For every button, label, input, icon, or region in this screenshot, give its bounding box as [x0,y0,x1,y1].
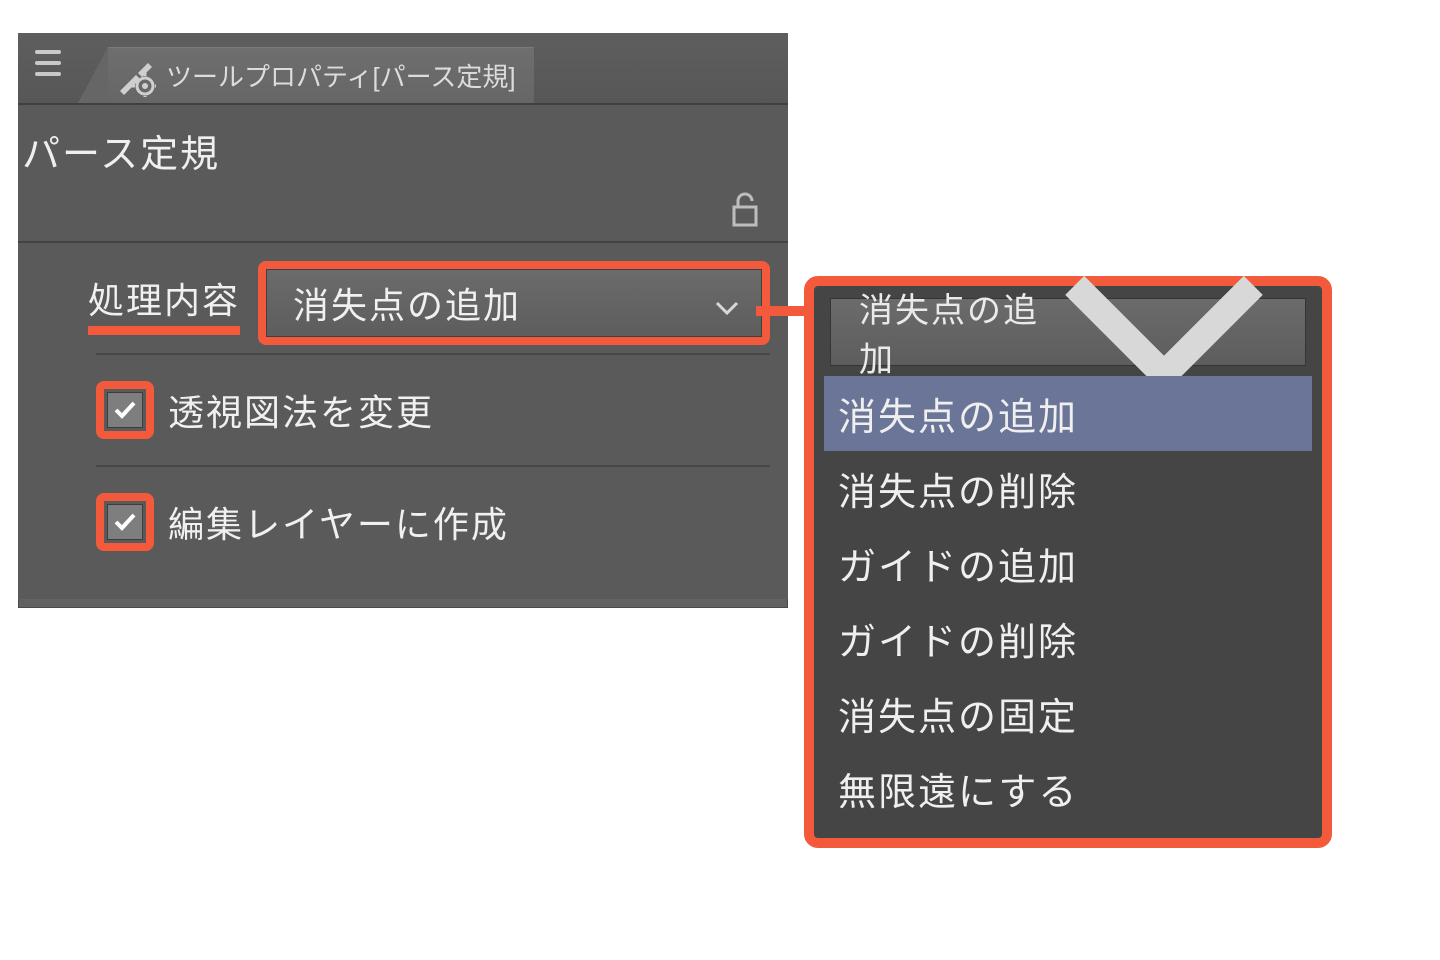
create-on-edit-layer-checkbox[interactable] [107,504,143,540]
dropdown-value: 消失点の追加 [293,277,521,329]
tool-name: パース定規 [22,123,220,178]
processing-type-dropdown-highlight: 消失点の追加 [258,261,770,345]
dropdown-option[interactable]: 消失点の追加 [824,376,1312,451]
dropdown-option[interactable]: 消失点の削除 [824,451,1312,526]
tool-property-panel: ツールプロパティ[パース定規] パース定規 処理内容 消失点の追加 [18,33,788,608]
tool-property-tab[interactable]: ツールプロパティ[パース定規] [108,47,534,103]
dropdown-display-value: 消失点の追加 [859,283,1039,381]
checkbox-highlight [96,493,154,551]
dropdown-display[interactable]: 消失点の追加 [830,298,1306,366]
processing-type-row: 処理内容 消失点の追加 [36,261,770,345]
processing-type-label: 処理内容 [88,272,240,335]
tab-strip: ツールプロパティ[パース定規] [78,48,534,103]
divider [96,465,770,467]
create-on-edit-layer-label: 編集レイヤーに作成 [168,496,509,548]
create-on-edit-layer-row: 編集レイヤーに作成 [96,493,770,551]
lock-icon[interactable] [722,185,768,231]
processing-type-dropdown[interactable]: 消失点の追加 [266,269,762,337]
chevron-down-icon [713,289,741,317]
tab-title: ツールプロパティ[パース定規] [166,57,516,94]
brush-gear-icon [114,55,156,97]
dropdown-option[interactable]: ガイドの削除 [824,601,1312,676]
perspective-change-checkbox[interactable] [107,392,143,428]
checkbox-highlight [96,381,154,439]
tab-slope [78,47,108,103]
dropdown-options-list: 消失点の追加 消失点の削除 ガイドの追加 ガイドの削除 消失点の固定 無限遠にす… [824,376,1312,826]
divider [96,353,770,355]
tool-name-row: パース定規 [18,105,788,243]
dropdown-options-callout: 消失点の追加 消失点の追加 消失点の削除 ガイドの追加 ガイドの削除 消失点の固… [804,276,1332,848]
dropdown-option[interactable]: ガイドの追加 [824,526,1312,601]
panel-menu-button[interactable] [24,39,72,87]
panel-header: ツールプロパティ[パース定規] [18,33,788,105]
dropdown-option[interactable]: 無限遠にする [824,751,1312,826]
perspective-change-label: 透視図法を変更 [168,384,434,436]
perspective-change-row: 透視図法を変更 [96,381,770,439]
dropdown-option[interactable]: 消失点の固定 [824,676,1312,751]
properties-area: 処理内容 消失点の追加 透視図法を変更 [18,243,788,599]
